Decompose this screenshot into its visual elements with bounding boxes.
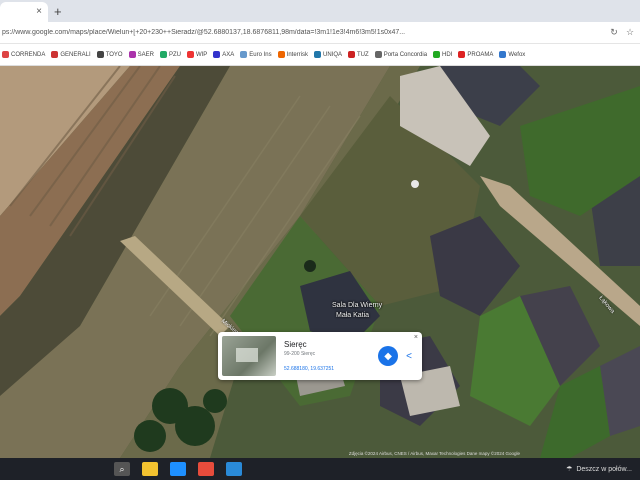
- rain-icon: ☂: [566, 466, 573, 473]
- place-info-card[interactable]: Sieręc 99-200 Sieręc 52.688180, 19.63725…: [218, 332, 422, 380]
- bookmark-label: TOYO: [105, 51, 123, 58]
- bookmark-proama[interactable]: PROAMA: [458, 51, 493, 58]
- tab-close-icon[interactable]: ×: [36, 6, 42, 17]
- browser-tab[interactable]: ×: [0, 2, 48, 22]
- place-label-line2[interactable]: Mała Katia: [336, 312, 369, 319]
- edge-icon[interactable]: [170, 462, 186, 476]
- tab-strip: × +: [0, 0, 640, 22]
- address-bar: ps://www.google.com/maps/place/Wielun+[+…: [0, 22, 640, 44]
- taskbar: ⌕ ☂ Deszcz w połów...: [0, 458, 640, 480]
- url-field[interactable]: ps://www.google.com/maps/place/Wielun+[+…: [0, 29, 606, 36]
- weather-widget[interactable]: ☂ Deszcz w połów...: [566, 465, 640, 474]
- bookmark-favicon-icon: [96, 51, 104, 58]
- refresh-icon[interactable]: ↻: [606, 27, 622, 38]
- share-icon[interactable]: <: [406, 351, 412, 362]
- bookmark-label: PZU: [168, 51, 181, 58]
- place-info-text: Sieręc 99-200 Sieręc 52.688180, 19.63725…: [276, 340, 378, 372]
- bookmark-uniqa[interactable]: UNIQA: [314, 51, 342, 58]
- directions-button[interactable]: ◆: [378, 346, 399, 366]
- bookmark-toyo[interactable]: TOYO: [96, 51, 123, 58]
- bookmark-favicon-icon: [314, 51, 321, 58]
- bookmark-favicon-icon: [277, 51, 285, 58]
- bookmark-favicon-icon: [348, 51, 356, 58]
- bookmark-label: TUZ: [357, 51, 369, 58]
- bookmark-label: UNIQA: [323, 51, 343, 58]
- new-tab-button[interactable]: +: [54, 4, 62, 19]
- bookmarks-bar: CORRENDA GENERALI TOYO SAER PZU WIP AXA Euro In…: [0, 44, 640, 66]
- bookmark-wip[interactable]: WIP: [186, 51, 208, 58]
- bookmark-generali[interactable]: GENERALI: [51, 51, 91, 58]
- bookmark-label: Euro Ins: [249, 51, 272, 58]
- bookmark-favicon-icon: [374, 51, 382, 58]
- bookmark-wefox[interactable]: Wefox: [499, 51, 525, 58]
- files-icon[interactable]: [142, 462, 158, 476]
- place-coordinates[interactable]: 52.688180, 19.637251: [284, 366, 378, 372]
- bookmark-hdi[interactable]: HDI: [433, 51, 452, 58]
- bookmark-euro-ins[interactable]: Euro Ins: [240, 51, 272, 58]
- bookmark-label: Wefox: [508, 51, 526, 58]
- bookmark-label: AXA: [222, 51, 235, 58]
- bookmark-axa[interactable]: AXA: [213, 51, 234, 58]
- bookmark-tuz[interactable]: TUZ: [348, 51, 369, 58]
- bookmark-label: Porta Concordia: [383, 51, 428, 58]
- bookmark-favicon-icon: [2, 51, 9, 58]
- bookmark-correnda[interactable]: CORRENDA: [2, 51, 45, 58]
- taskbar-apps: ⌕: [108, 462, 248, 476]
- screen: × + ps://www.google.com/maps/place/Wielu…: [0, 0, 640, 480]
- map-attribution: Zdjęcia ©2024 Airbus, CNES / Airbus, Max…: [348, 451, 520, 456]
- bookmark-favicon-icon: [51, 51, 59, 58]
- bookmark-label: CORRENDA: [11, 51, 46, 58]
- place-label-line1[interactable]: Sala Dla Wierny: [332, 302, 382, 309]
- bookmark-favicon-icon: [159, 51, 167, 58]
- bookmark-interrisk[interactable]: Interrisk: [277, 51, 308, 58]
- bookmark-saer[interactable]: SAER: [128, 51, 154, 58]
- chrome-icon[interactable]: [198, 462, 214, 476]
- satellite-map[interactable]: Sala Dla Wierny Mała Katia Mickiewicza Ł…: [0, 66, 640, 458]
- weather-text: Deszcz w połów...: [576, 465, 632, 473]
- bookmark-pzu[interactable]: PZU: [159, 51, 181, 58]
- card-close-icon[interactable]: ×: [414, 334, 418, 341]
- bookmark-favicon-icon: [458, 51, 466, 58]
- bookmark-favicon-icon: [240, 51, 248, 58]
- place-thumbnail[interactable]: [222, 336, 276, 376]
- bookmark-label: GENERALI: [60, 51, 91, 58]
- bookmark-favicon-icon: [128, 51, 136, 58]
- place-address: 99-200 Sieręc: [284, 351, 316, 357]
- bookmark-porta-concordia[interactable]: Porta Concordia: [374, 51, 428, 58]
- search-icon[interactable]: ⌕: [114, 462, 130, 476]
- bookmark-label: PROAMA: [467, 51, 494, 58]
- map-imagery: [0, 66, 640, 458]
- bookmark-favicon-icon: [499, 51, 507, 58]
- bookmark-label: WIP: [195, 51, 208, 58]
- mail-icon[interactable]: [226, 462, 242, 476]
- bookmark-star-icon[interactable]: ☆: [622, 27, 638, 38]
- bookmark-label: SAER: [137, 51, 154, 58]
- bookmark-label: Interrisk: [286, 51, 308, 58]
- place-title: Sieręc: [284, 340, 307, 349]
- bookmark-label: HDI: [442, 51, 453, 58]
- bookmark-favicon-icon: [433, 51, 441, 58]
- bookmark-favicon-icon: [213, 51, 221, 58]
- bookmark-favicon-icon: [186, 51, 194, 58]
